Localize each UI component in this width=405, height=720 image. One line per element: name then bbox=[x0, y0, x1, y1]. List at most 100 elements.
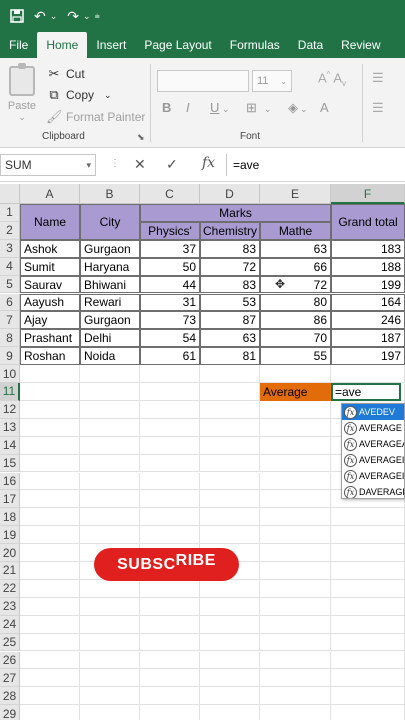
header-physics[interactable]: Physics' bbox=[140, 221, 200, 240]
cell-city[interactable]: Delhi bbox=[80, 329, 140, 348]
grid-cell[interactable] bbox=[20, 687, 80, 706]
row-header-19[interactable]: 19 bbox=[0, 526, 20, 545]
header-marks[interactable]: Marks bbox=[140, 204, 331, 222]
more-icon[interactable]: ⋮ bbox=[110, 158, 120, 169]
redo-icon[interactable]: ↷ bbox=[67, 8, 79, 25]
cell-name[interactable]: Sumit bbox=[20, 257, 80, 276]
grid-cell[interactable] bbox=[140, 579, 200, 598]
chevron-down-icon[interactable]: ⌄ bbox=[300, 104, 308, 115]
grid-cell[interactable] bbox=[260, 705, 331, 720]
row-header-20[interactable]: 20 bbox=[0, 544, 20, 562]
grid-cell[interactable] bbox=[20, 562, 80, 580]
cell-chemistry[interactable]: 83 bbox=[200, 275, 260, 294]
grid-cell[interactable] bbox=[20, 436, 80, 455]
tab-data[interactable]: Data bbox=[289, 32, 332, 58]
autocomplete-item[interactable]: fx AVEDEV bbox=[342, 404, 404, 420]
row-header-16[interactable]: 16 bbox=[0, 472, 20, 491]
grid-cell[interactable] bbox=[20, 490, 80, 509]
grid-cell[interactable] bbox=[80, 579, 140, 598]
cell-total[interactable]: 188 bbox=[331, 257, 405, 276]
grid-cell[interactable] bbox=[140, 526, 200, 545]
grid-cell[interactable] bbox=[140, 597, 200, 616]
grid-cell[interactable] bbox=[200, 669, 260, 688]
grid-cell[interactable] bbox=[200, 400, 260, 419]
cell-name[interactable]: Saurav bbox=[20, 275, 80, 294]
select-all-corner[interactable] bbox=[0, 184, 20, 204]
grid-cell[interactable] bbox=[80, 436, 140, 455]
grid-cell[interactable] bbox=[20, 597, 80, 616]
grid-cell[interactable] bbox=[140, 365, 200, 383]
grid-cell[interactable] bbox=[260, 508, 331, 527]
grid-cell[interactable] bbox=[260, 436, 331, 455]
header-chemistry[interactable]: Chemistry bbox=[200, 221, 260, 240]
row-header-15[interactable]: 15 bbox=[0, 454, 20, 473]
redo-dropdown-icon[interactable]: ⌄ bbox=[83, 11, 91, 22]
grid-cell[interactable] bbox=[20, 454, 80, 473]
grid-cell[interactable] bbox=[260, 454, 331, 473]
cell-chemistry[interactable]: 63 bbox=[200, 329, 260, 348]
row-header-22[interactable]: 22 bbox=[0, 579, 20, 598]
customize-qat-icon[interactable]: ⩧ bbox=[95, 11, 100, 22]
row-header-18[interactable]: 18 bbox=[0, 508, 20, 527]
grid-cell[interactable] bbox=[140, 508, 200, 527]
cell-name[interactable]: Ashok bbox=[20, 239, 80, 258]
grid-cell[interactable] bbox=[200, 454, 260, 473]
grid-cell[interactable] bbox=[200, 705, 260, 720]
grid-cell[interactable] bbox=[200, 383, 260, 401]
autocomplete-item[interactable]: fx AVERAGE bbox=[342, 420, 404, 436]
cell-physics[interactable]: 61 bbox=[140, 347, 200, 366]
header-maths[interactable]: Mathe bbox=[260, 221, 331, 240]
column-header-c[interactable]: C bbox=[140, 184, 200, 204]
column-header-d[interactable]: D bbox=[200, 184, 260, 204]
insert-function-icon[interactable]: fx bbox=[202, 155, 215, 171]
cell-maths[interactable]: 80 bbox=[260, 293, 331, 312]
grid-cell[interactable] bbox=[20, 472, 80, 491]
grid-cell[interactable] bbox=[331, 705, 405, 720]
cell-chemistry[interactable]: 81 bbox=[200, 347, 260, 366]
cell-city[interactable]: Noida bbox=[80, 347, 140, 366]
row-header-25[interactable]: 25 bbox=[0, 633, 20, 652]
grid-cell[interactable] bbox=[20, 418, 80, 437]
cell-physics[interactable]: 50 bbox=[140, 257, 200, 276]
grid-cell[interactable] bbox=[200, 526, 260, 545]
tab-insert[interactable]: Insert bbox=[87, 32, 135, 58]
cell-total[interactable]: 199 bbox=[331, 275, 405, 294]
grid-cell[interactable] bbox=[20, 365, 80, 383]
grid-cell[interactable] bbox=[331, 544, 405, 562]
grid-cell[interactable] bbox=[331, 687, 405, 706]
column-header-e[interactable]: E bbox=[260, 184, 331, 204]
grid-cell[interactable] bbox=[331, 508, 405, 527]
save-icon[interactable] bbox=[10, 9, 24, 23]
row-header-28[interactable]: 28 bbox=[0, 687, 20, 706]
grid-cell[interactable] bbox=[260, 365, 331, 383]
paste-button[interactable]: Paste ⌄ bbox=[6, 63, 38, 122]
grid-cell[interactable] bbox=[260, 615, 331, 634]
cell-maths[interactable]: 72 bbox=[260, 275, 331, 294]
grid-cell[interactable] bbox=[260, 526, 331, 545]
cell-physics[interactable]: 31 bbox=[140, 293, 200, 312]
grid-cell[interactable] bbox=[260, 579, 331, 598]
grid-cell[interactable] bbox=[331, 651, 405, 670]
cell-name[interactable]: Roshan bbox=[20, 347, 80, 366]
grid-cell[interactable] bbox=[331, 597, 405, 616]
underline-button[interactable]: U bbox=[210, 100, 219, 115]
row-header-2[interactable]: 2 bbox=[0, 221, 20, 240]
cell-chemistry[interactable]: 87 bbox=[200, 311, 260, 330]
grid-cell[interactable] bbox=[331, 579, 405, 598]
grid-cell[interactable] bbox=[331, 526, 405, 545]
row-header-21[interactable]: 21 bbox=[0, 562, 20, 580]
row-header-14[interactable]: 14 bbox=[0, 436, 20, 455]
grid-cell[interactable] bbox=[260, 562, 331, 580]
tab-file[interactable]: File bbox=[0, 32, 37, 58]
enter-icon[interactable]: ✓ bbox=[166, 156, 178, 173]
name-box[interactable]: SUM ▾ bbox=[0, 154, 96, 176]
cell-maths[interactable]: 55 bbox=[260, 347, 331, 366]
row-header-11[interactable]: 11 bbox=[0, 383, 20, 401]
format-painter-button[interactable]: 🖌 Format Painter bbox=[46, 109, 145, 125]
row-header-12[interactable]: 12 bbox=[0, 400, 20, 419]
grid-cell[interactable] bbox=[20, 705, 80, 720]
grid-cell[interactable] bbox=[20, 400, 80, 419]
cell-name[interactable]: Aayush bbox=[20, 293, 80, 312]
grid-cell[interactable] bbox=[20, 669, 80, 688]
grid-cell[interactable] bbox=[260, 418, 331, 437]
